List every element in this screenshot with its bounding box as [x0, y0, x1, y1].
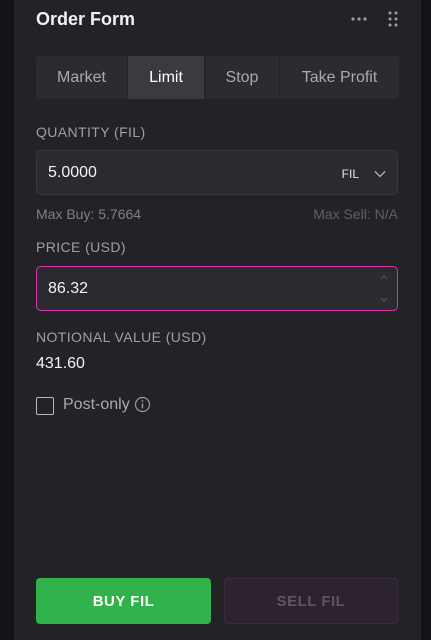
chevron-down-icon[interactable]: [374, 168, 386, 180]
max-buy-text: Max Buy: 5.7664: [36, 206, 142, 222]
drag-handle-icon[interactable]: [384, 10, 402, 28]
tab-take-profit[interactable]: Take Profit: [280, 56, 399, 99]
post-only-label[interactable]: Post-only: [63, 396, 130, 414]
price-field[interactable]: [36, 266, 398, 311]
quantity-label: QUANTITY (FIL): [36, 124, 146, 140]
price-label: PRICE (USD): [36, 239, 126, 255]
quantity-unit-select[interactable]: FIL: [342, 167, 359, 181]
more-options-icon[interactable]: [350, 10, 368, 28]
max-sell-text: Max Sell: N/A: [313, 206, 398, 222]
price-input[interactable]: [48, 280, 328, 298]
panel-title: Order Form: [36, 9, 136, 29]
order-type-tabs: Market Limit Stop Take Profit: [36, 56, 399, 99]
quantity-value[interactable]: 5.0000: [48, 164, 97, 182]
tab-stop[interactable]: Stop: [205, 56, 280, 99]
notional-value: 431.60: [36, 355, 85, 372]
info-icon[interactable]: [134, 396, 151, 413]
tab-market[interactable]: Market: [36, 56, 128, 99]
quantity-field[interactable]: 5.0000 FIL: [36, 150, 398, 195]
notional-label: NOTIONAL VALUE (USD): [36, 329, 207, 345]
price-stepper-icon[interactable]: [379, 273, 389, 304]
order-form-panel: Order Form Market Limit Stop Take Profit…: [14, 0, 421, 640]
post-only-checkbox[interactable]: [36, 397, 54, 415]
tab-limit[interactable]: Limit: [128, 56, 205, 99]
buy-button[interactable]: BUY FIL: [36, 578, 211, 624]
sell-button[interactable]: SELL FIL: [224, 578, 398, 624]
